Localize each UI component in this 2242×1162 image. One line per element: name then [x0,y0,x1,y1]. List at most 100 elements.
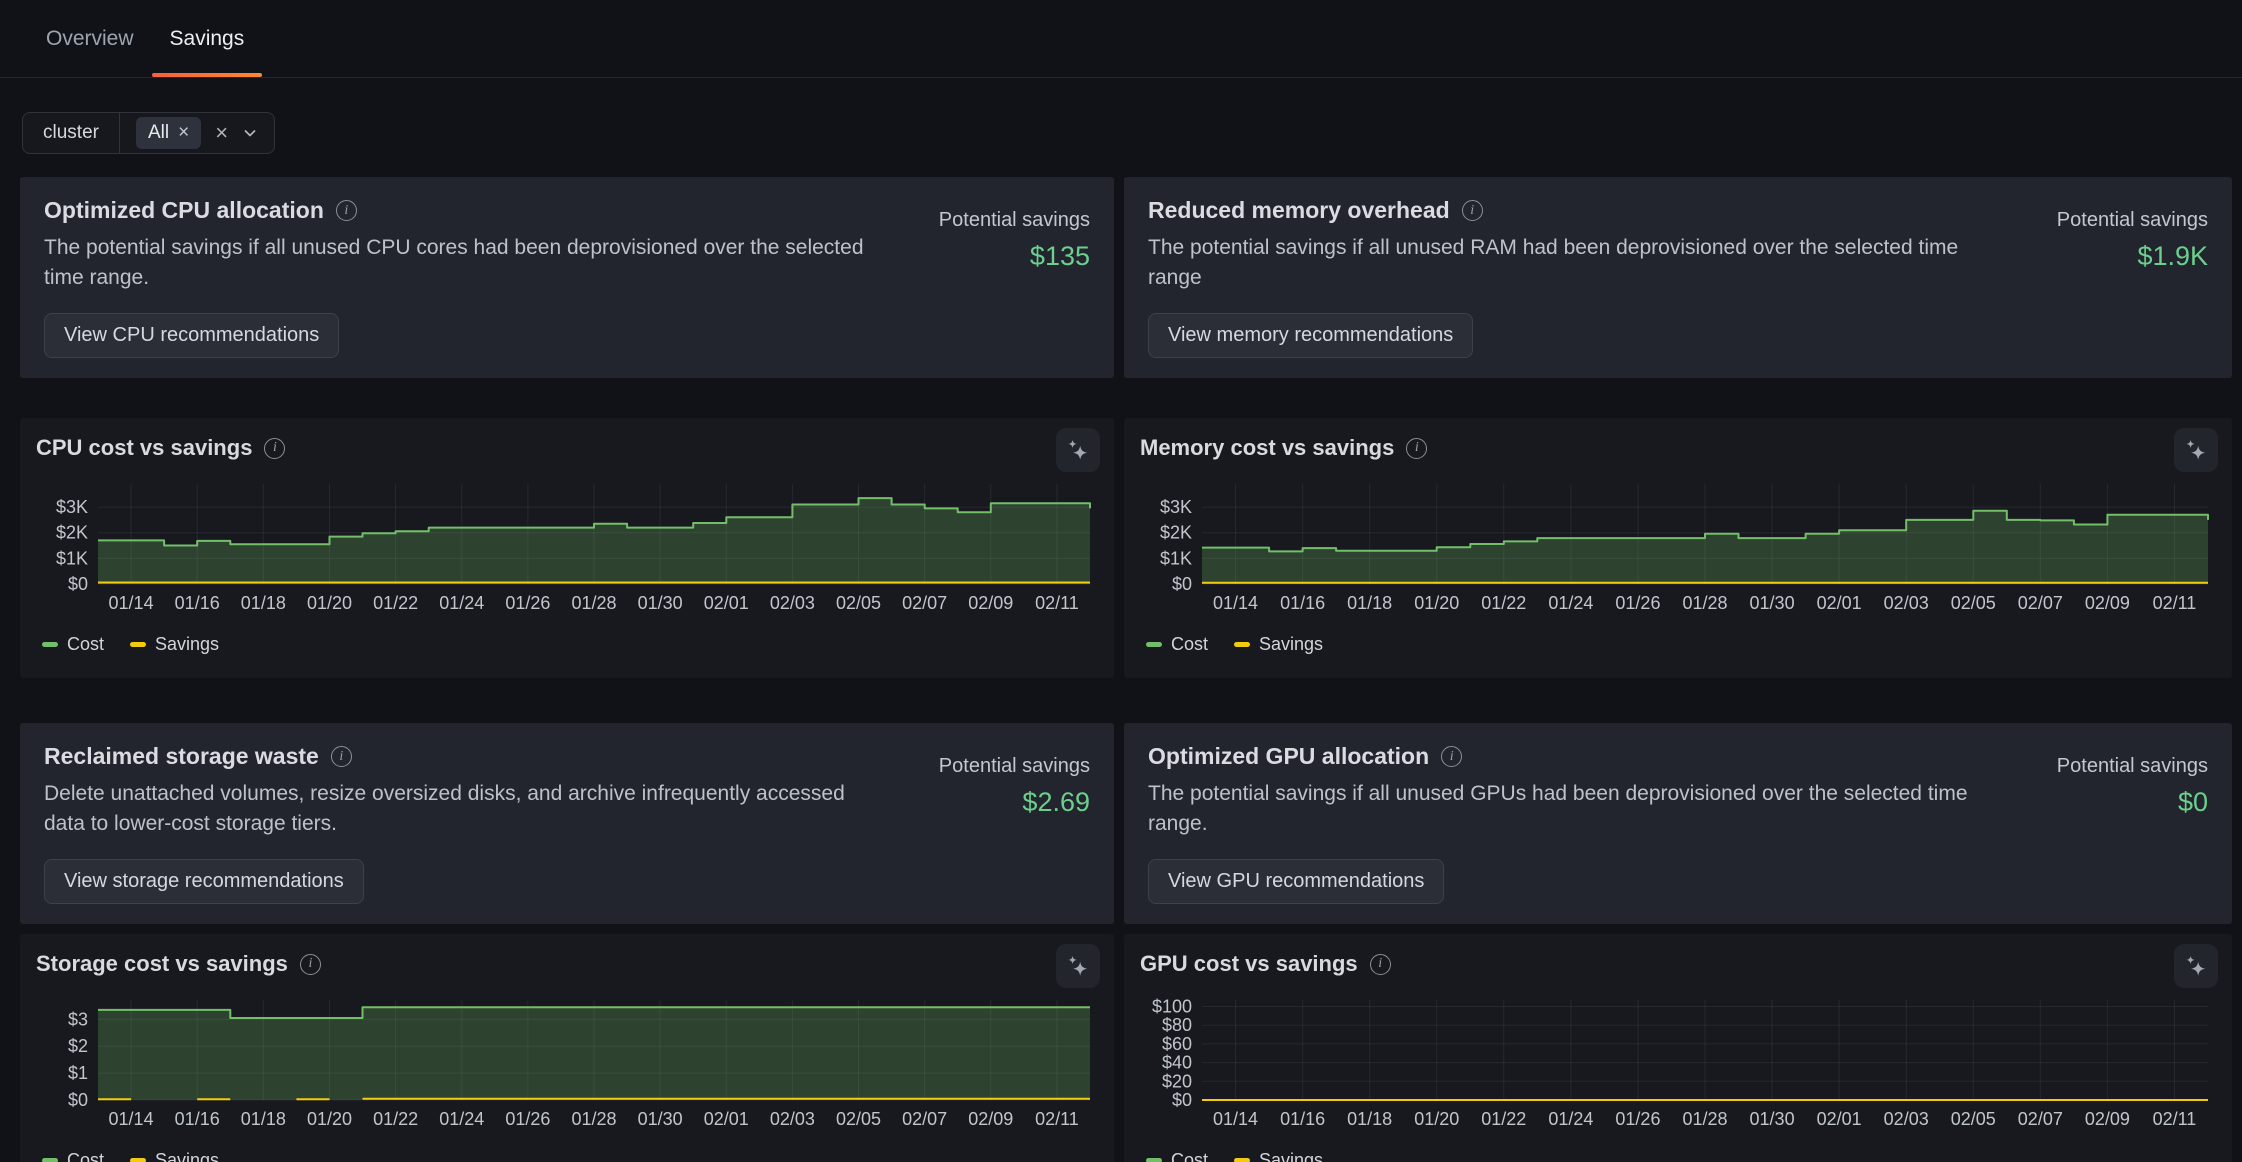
remove-value-icon[interactable]: × [178,122,189,144]
svg-text:01/20: 01/20 [307,593,352,613]
cpu-chart[interactable]: $0$1K$2K$3K01/1401/1601/1801/2001/2201/2… [36,478,1098,618]
svg-text:02/11: 02/11 [2153,593,2197,613]
legend-item-cost[interactable]: Cost [42,634,104,655]
info-icon[interactable]: i [1462,200,1483,221]
cluster-filter[interactable]: cluster All × × [22,112,275,154]
legend-swatch [130,1158,146,1162]
info-icon[interactable]: i [1370,954,1391,975]
legend-item-savings[interactable]: Savings [130,634,219,655]
svg-text:01/20: 01/20 [1414,1109,1459,1129]
svg-text:02/05: 02/05 [1951,593,1996,613]
svg-text:01/28: 01/28 [571,593,616,613]
memory-chart[interactable]: $0$1K$2K$3K01/1401/1601/1801/2001/2201/2… [1140,478,2216,618]
svg-text:01/22: 01/22 [1481,1109,1526,1129]
legend-item-savings[interactable]: Savings [1234,634,1323,655]
ai-sparkle-button[interactable] [2174,428,2218,472]
svg-text:02/07: 02/07 [2018,1109,2063,1129]
svg-text:$100: $100 [1152,997,1192,1017]
potential-savings-label: Potential savings [920,755,1090,778]
panel-gpu-cost-vs-savings: GPU cost vs savings i $0$20$40$60$80$100… [1124,934,2232,1162]
ai-sparkle-button[interactable] [1056,944,1100,988]
svg-text:01/14: 01/14 [109,593,154,613]
svg-text:02/03: 02/03 [770,593,815,613]
view-memory-recommendations-button[interactable]: View memory recommendations [1148,313,1473,358]
svg-text:01/20: 01/20 [307,1109,352,1129]
info-icon[interactable]: i [1441,746,1462,767]
chart-legend: Cost Savings [1146,634,2216,655]
filter-row: cluster All × × [22,112,2242,154]
sparkles-icon [2183,953,2209,979]
svg-text:02/05: 02/05 [836,1109,881,1129]
svg-text:01/24: 01/24 [439,1109,484,1129]
svg-text:01/18: 01/18 [1347,1109,1392,1129]
tab-savings-label: Savings [170,27,245,51]
sparkles-icon [1065,953,1091,979]
clear-filter-icon[interactable]: × [215,122,228,144]
svg-text:01/22: 01/22 [373,593,418,613]
legend-swatch [42,642,58,647]
tab-overview[interactable]: Overview [28,0,152,77]
potential-savings-value: $2.69 [920,787,1090,818]
view-gpu-recommendations-button[interactable]: View GPU recommendations [1148,859,1444,904]
svg-text:01/24: 01/24 [1548,593,1593,613]
storage-chart[interactable]: $0$1$2$301/1401/1601/1801/2001/2201/2401… [36,994,1098,1134]
chart-legend: Cost Savings [1146,1150,2216,1162]
legend-label: Cost [67,634,104,655]
svg-text:01/28: 01/28 [1682,593,1727,613]
svg-text:02/09: 02/09 [2085,1109,2130,1129]
info-icon[interactable]: i [300,954,321,975]
svg-text:02/09: 02/09 [968,1109,1013,1129]
svg-text:02/11: 02/11 [1035,593,1079,613]
svg-text:01/30: 01/30 [638,593,683,613]
legend-label: Savings [155,634,219,655]
tab-savings[interactable]: Savings [152,0,263,77]
svg-text:01/14: 01/14 [1213,1109,1258,1129]
chevron-down-icon[interactable] [242,125,258,141]
svg-text:02/05: 02/05 [836,593,881,613]
info-icon[interactable]: i [331,746,352,767]
svg-text:$3K: $3K [56,497,88,517]
ai-sparkle-button[interactable] [2174,944,2218,988]
sparkles-icon [2183,437,2209,463]
potential-savings-value: $135 [920,241,1090,272]
potential-savings-value: $1.9K [2038,241,2208,272]
card-description: The potential savings if all unused GPUs… [1148,779,2008,839]
tab-bar: Overview Savings [0,0,2242,78]
legend-label: Savings [1259,634,1323,655]
view-cpu-recommendations-button[interactable]: View CPU recommendations [44,313,339,358]
svg-text:$3K: $3K [1160,497,1192,517]
card-title: Optimized GPU allocation [1148,743,1429,770]
legend-item-cost[interactable]: Cost [42,1150,104,1162]
svg-text:01/30: 01/30 [638,1109,683,1129]
filter-value: All [148,122,169,144]
svg-text:01/26: 01/26 [505,593,550,613]
legend-item-cost[interactable]: Cost [1146,1150,1208,1162]
legend-item-cost[interactable]: Cost [1146,634,1208,655]
svg-text:02/07: 02/07 [2018,593,2063,613]
legend-label: Savings [155,1150,219,1162]
panel-title: GPU cost vs savings [1140,951,1358,977]
ai-sparkle-button[interactable] [1056,428,1100,472]
info-icon[interactable]: i [1406,438,1427,459]
info-icon[interactable]: i [264,438,285,459]
svg-text:02/07: 02/07 [902,1109,947,1129]
legend-label: Cost [1171,634,1208,655]
legend-swatch [1146,642,1162,647]
svg-text:01/24: 01/24 [439,593,484,613]
chart-legend: Cost Savings [42,634,1098,655]
legend-item-savings[interactable]: Savings [1234,1150,1323,1162]
svg-text:$60: $60 [1162,1034,1192,1054]
potential-savings-label: Potential savings [2038,209,2208,232]
panel-title: Memory cost vs savings [1140,435,1394,461]
svg-text:02/01: 02/01 [1817,593,1862,613]
svg-text:01/28: 01/28 [571,1109,616,1129]
svg-text:$0: $0 [1172,1090,1192,1110]
legend-item-savings[interactable]: Savings [130,1150,219,1162]
info-icon[interactable]: i [336,200,357,221]
view-storage-recommendations-button[interactable]: View storage recommendations [44,859,364,904]
gpu-chart[interactable]: $0$20$40$60$80$10001/1401/1601/1801/2001… [1140,994,2216,1134]
svg-text:01/14: 01/14 [109,1109,154,1129]
svg-text:$1K: $1K [56,548,88,568]
legend-swatch [1146,1158,1162,1162]
filter-value-pill[interactable]: All × [136,117,201,149]
